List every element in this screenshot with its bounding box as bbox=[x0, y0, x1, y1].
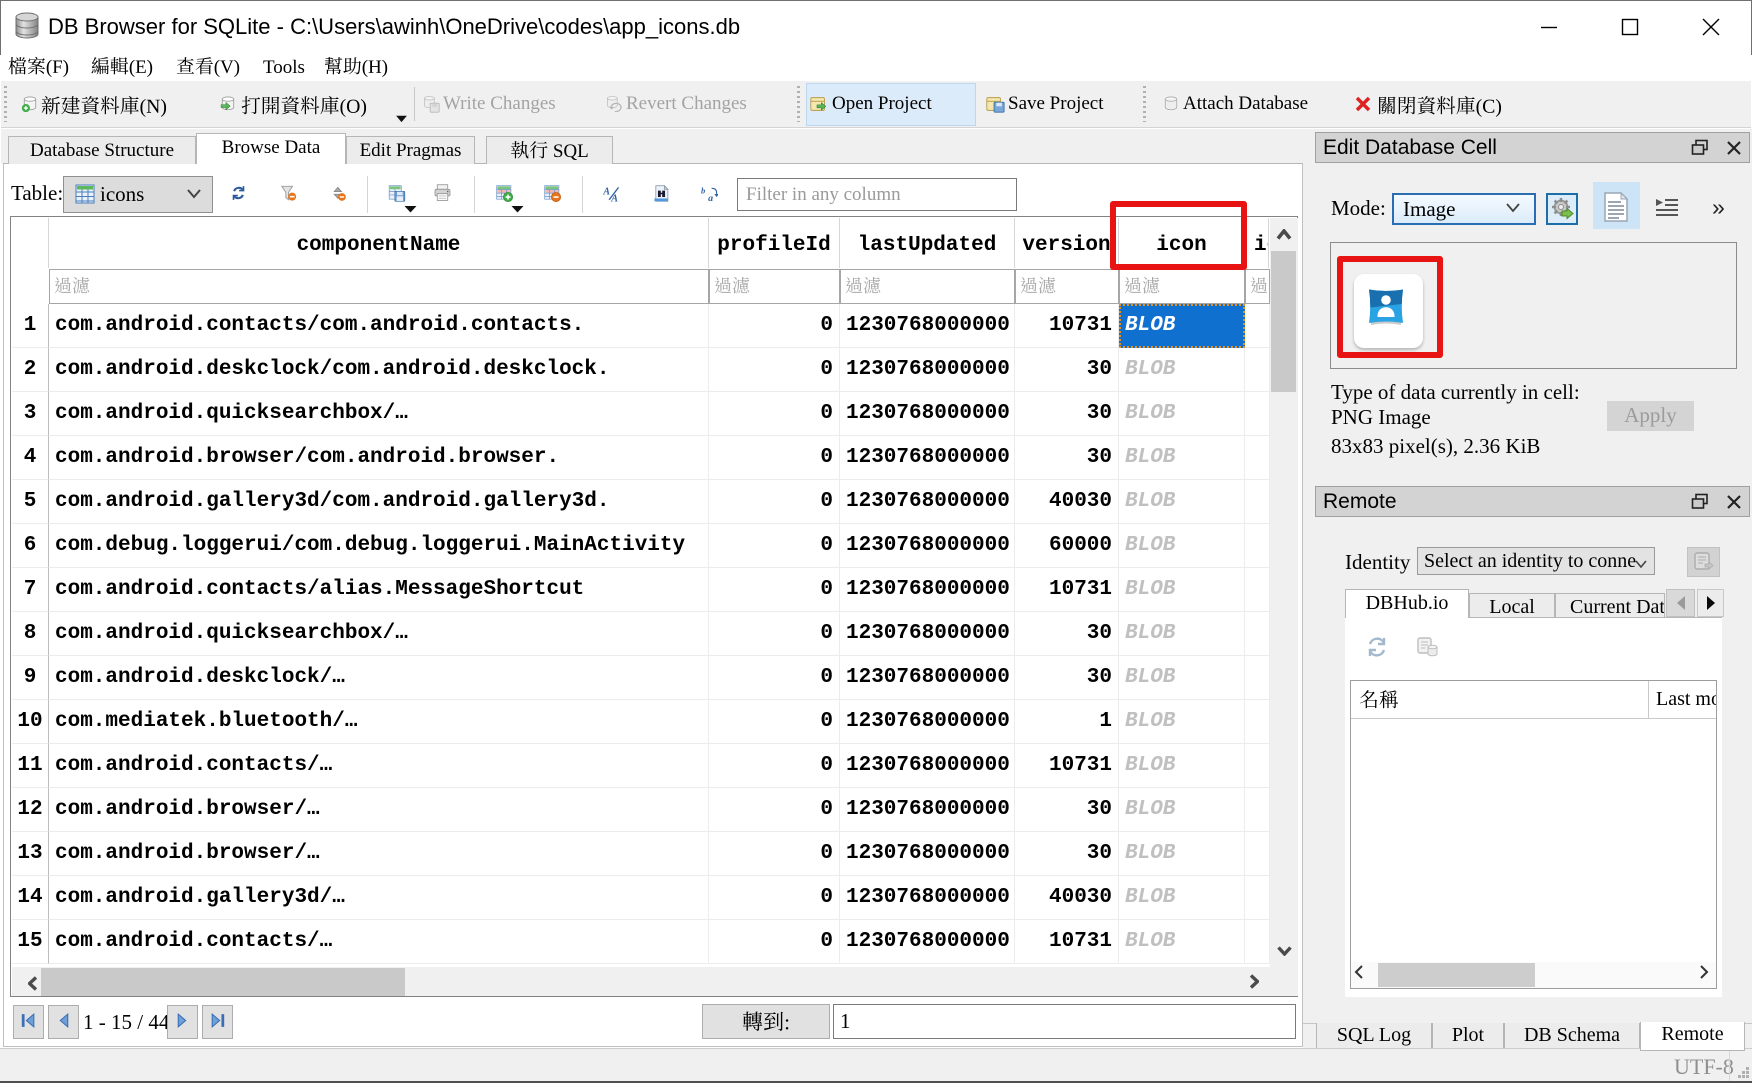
svg-text:b: b bbox=[701, 186, 705, 195]
svg-text:A: A bbox=[603, 187, 610, 198]
svg-text:a: a bbox=[708, 193, 713, 202]
